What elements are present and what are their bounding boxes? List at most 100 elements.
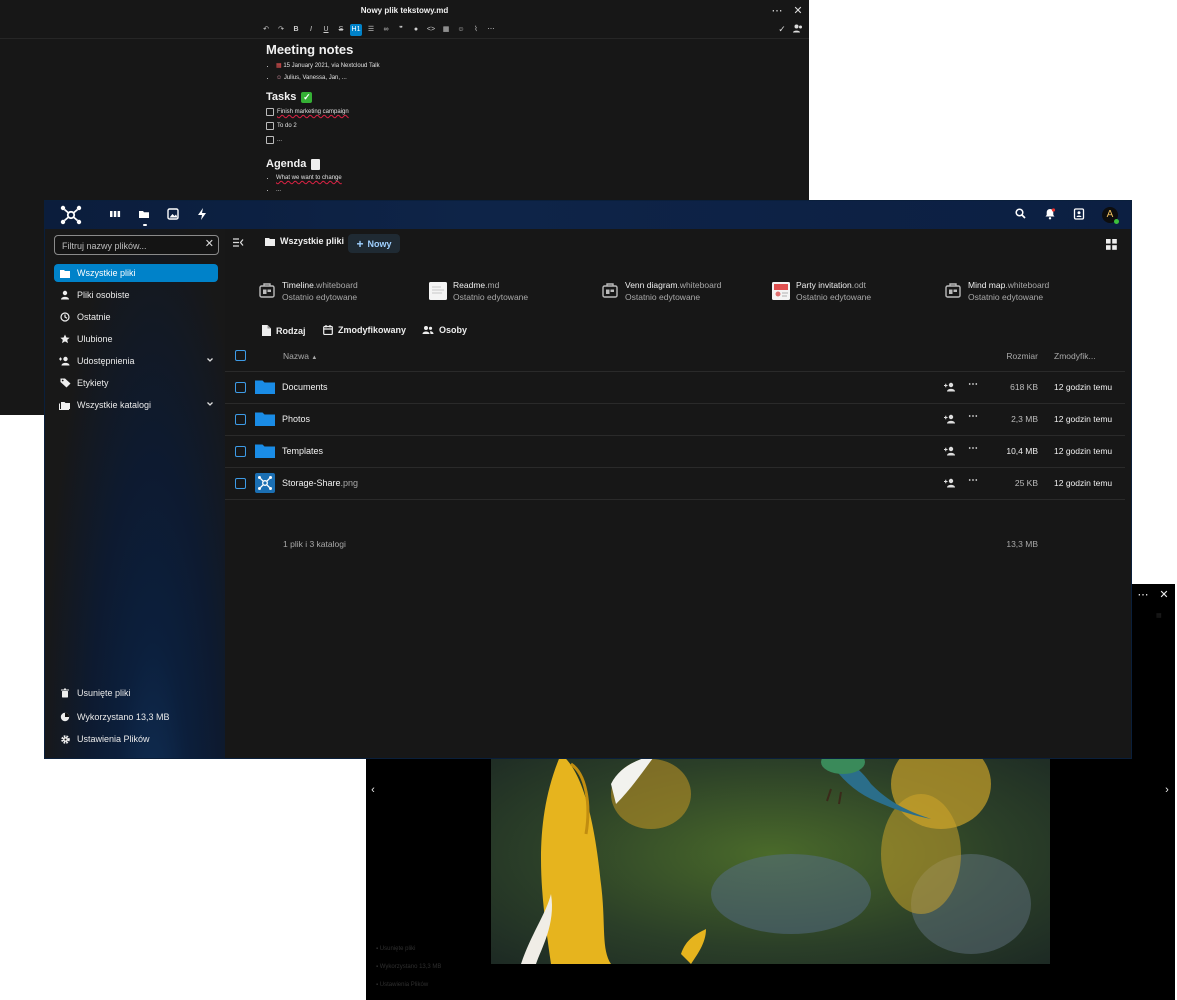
- table-icon[interactable]: ▦: [440, 24, 452, 36]
- top-header: A: [45, 201, 1131, 229]
- folders-icon: [59, 400, 71, 410]
- undo-icon[interactable]: ↶: [260, 24, 272, 36]
- sidebar-item-favorites[interactable]: Ulubione: [54, 330, 218, 348]
- attachment-icon[interactable]: ⌇: [470, 24, 482, 36]
- filter-files-input[interactable]: [60, 238, 204, 254]
- row-checkbox[interactable]: [235, 446, 246, 457]
- table-row[interactable]: Photos ⋯ 2,3 MB 12 godzin temu: [225, 404, 1125, 435]
- files-main: Wszystkie pliki + Nowy Timeline.whiteboa…: [225, 229, 1131, 758]
- file-name[interactable]: Templates: [282, 446, 323, 456]
- people-icon[interactable]: [793, 24, 805, 33]
- code-icon[interactable]: <>: [425, 24, 437, 36]
- select-all-checkbox[interactable]: [235, 350, 246, 361]
- column-header-name[interactable]: Nazwa ▲: [283, 351, 317, 361]
- close-icon[interactable]: ✕: [791, 4, 805, 18]
- file-name[interactable]: Documents: [282, 382, 328, 392]
- underline-icon[interactable]: U: [320, 24, 332, 36]
- editor-title: Nowy plik tekstowy.md: [360, 6, 449, 15]
- recent-file-card[interactable]: Party invitation.odt Ostatnio edytowane: [772, 279, 922, 303]
- row-checkbox[interactable]: [235, 478, 246, 489]
- recent-file-card[interactable]: Timeline.whiteboard Ostatnio edytowane: [258, 279, 408, 303]
- link-icon[interactable]: ∞: [380, 24, 392, 36]
- overflow-icon[interactable]: ⋯: [485, 24, 497, 36]
- file-size: 618 KB: [1010, 382, 1038, 392]
- sidebar-item-tags[interactable]: Etykiety: [54, 374, 218, 392]
- redo-icon[interactable]: ↷: [275, 24, 287, 36]
- table-row[interactable]: Templates ⋯ 10,4 MB 12 godzin temu: [225, 436, 1125, 467]
- new-button[interactable]: + Nowy: [348, 234, 400, 253]
- recent-file-card[interactable]: Mind map.whiteboard Ostatnio edytowane: [944, 279, 1094, 303]
- whiteboard-icon: [944, 282, 962, 300]
- share-icon[interactable]: [944, 478, 956, 488]
- more-actions-icon[interactable]: ⋯: [968, 475, 978, 486]
- column-header-modified[interactable]: Zmodyfik...: [1054, 351, 1096, 361]
- viewer-close-icon[interactable]: ✕: [1157, 588, 1171, 601]
- file-name[interactable]: Storage-Share.png: [282, 478, 358, 488]
- task-item[interactable]: ...: [266, 136, 686, 144]
- viewer-more-icon[interactable]: ⋯: [1136, 588, 1150, 601]
- sidebar-item-all-folders[interactable]: Wszystkie katalogi: [54, 396, 218, 414]
- activity-icon[interactable]: [196, 208, 210, 222]
- people-icon: [422, 326, 434, 334]
- user-avatar[interactable]: A: [1102, 207, 1119, 224]
- filter-type-button[interactable]: Rodzaj: [262, 325, 306, 336]
- share-icon[interactable]: [944, 414, 956, 424]
- sidebar-item-storage-usage[interactable]: Wykorzystano 13,3 MB: [54, 708, 218, 726]
- more-actions-icon[interactable]: ⋯: [968, 379, 978, 390]
- more-actions-icon[interactable]: ⋯: [968, 443, 978, 454]
- sidebar-item-all-files[interactable]: Wszystkie pliki: [54, 264, 218, 282]
- list-icon[interactable]: ☰: [365, 24, 377, 36]
- sidebar-item-recent[interactable]: Ostatnie: [54, 308, 218, 326]
- emoji-icon[interactable]: ☺: [455, 24, 467, 36]
- dashboard-icon[interactable]: [109, 208, 123, 222]
- folder-icon: [265, 237, 275, 246]
- table-row[interactable]: Documents ⋯ 618 KB 12 godzin temu: [225, 372, 1125, 403]
- share-icon[interactable]: [944, 446, 956, 456]
- sidebar-item-deleted-files[interactable]: Usunięte pliki: [54, 684, 218, 702]
- sidebar-item-files-settings[interactable]: Ustawienia Plików: [54, 730, 218, 748]
- italic-icon[interactable]: I: [305, 24, 317, 36]
- filter-modified-button[interactable]: Zmodyfikowany: [323, 325, 406, 335]
- grid-view-icon[interactable]: [1106, 239, 1117, 250]
- share-icon[interactable]: [944, 382, 956, 392]
- document-icon: [429, 282, 447, 300]
- sidebar-item-personal-files[interactable]: Pliki osobiste: [54, 286, 218, 304]
- recent-file-card[interactable]: Venn diagram.whiteboard Ostatnio edytowan…: [601, 279, 751, 303]
- bold-icon[interactable]: B: [290, 24, 302, 36]
- chevron-down-icon[interactable]: [206, 400, 214, 408]
- task-item[interactable]: Finish marketing campaign: [266, 108, 686, 116]
- table-row[interactable]: Storage-Share.png ⋯ 25 KB 12 godzin temu: [225, 468, 1125, 499]
- row-checkbox[interactable]: [235, 382, 246, 393]
- toggle-sidebar-icon[interactable]: [233, 238, 244, 247]
- sidebar-item-shares[interactable]: Udostępnienia: [54, 352, 218, 370]
- editor-document[interactable]: Meeting notes ▦ 15 January 2021, via Nex…: [266, 42, 686, 199]
- row-checkbox[interactable]: [235, 414, 246, 425]
- filter-people-button[interactable]: Osoby: [422, 325, 467, 335]
- online-status-dot: [1114, 219, 1119, 224]
- column-header-size[interactable]: Rozmiar: [987, 351, 1038, 361]
- task-item[interactable]: To do 2: [266, 122, 686, 130]
- strikethrough-icon[interactable]: S: [335, 24, 347, 36]
- info-icon[interactable]: ●: [410, 24, 422, 36]
- file-size: 10,4 MB: [1006, 446, 1038, 456]
- breadcrumb[interactable]: Wszystkie pliki: [265, 236, 344, 246]
- chevron-down-icon[interactable]: [206, 356, 214, 364]
- recent-file-card[interactable]: Readme.md Ostatnio edytowane: [429, 279, 579, 303]
- previous-arrow-icon[interactable]: ‹: [366, 784, 380, 796]
- heading-button[interactable]: H1: [350, 24, 362, 36]
- next-arrow-icon[interactable]: ›: [1160, 784, 1174, 796]
- quote-icon[interactable]: ❞: [395, 24, 407, 36]
- clear-filter-icon[interactable]: ✕: [205, 237, 214, 250]
- check-icon[interactable]: ✓: [776, 24, 788, 35]
- nextcloud-logo-icon[interactable]: [60, 205, 82, 225]
- photos-icon[interactable]: [167, 208, 181, 222]
- contacts-icon[interactable]: [1073, 208, 1087, 222]
- files-icon[interactable]: [138, 208, 152, 226]
- search-icon[interactable]: [1015, 208, 1029, 222]
- filter-files-field[interactable]: ✕: [54, 235, 219, 255]
- file-name[interactable]: Photos: [282, 414, 310, 424]
- more-menu-icon[interactable]: ⋯: [770, 4, 784, 18]
- gear-icon: [59, 734, 71, 745]
- more-actions-icon[interactable]: ⋯: [968, 411, 978, 422]
- notifications-bell-icon[interactable]: [1044, 208, 1058, 222]
